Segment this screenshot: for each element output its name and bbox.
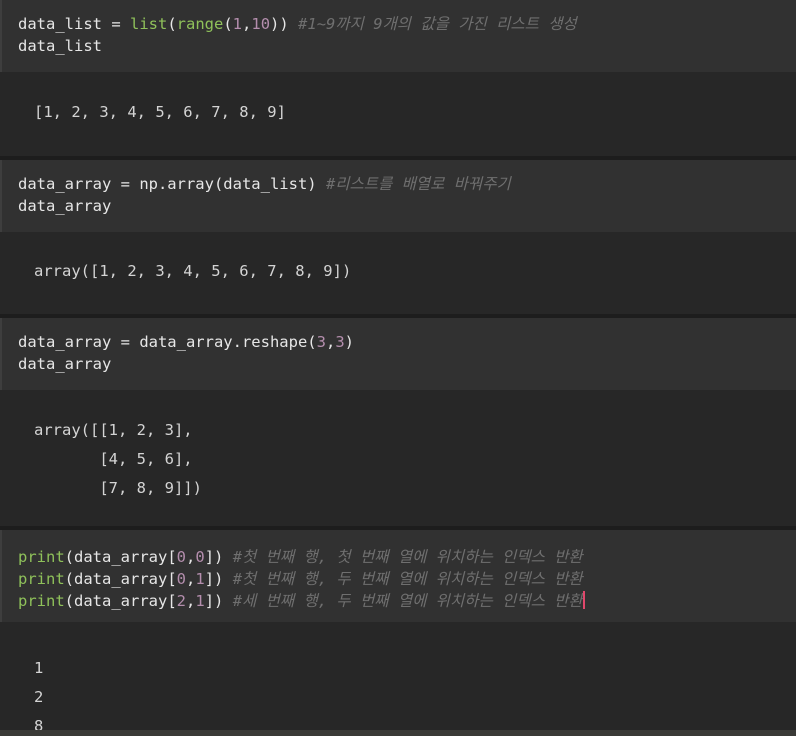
code-line: print(data_array[0,1]) #첫 번째 행, 두 번째 열에 … xyxy=(18,568,583,590)
code-cell-1-input[interactable]: data_list = list(range(1,10)) #1~9까지 9개의… xyxy=(0,0,796,72)
code-cell-2-input[interactable]: data_array = np.array(data_list) #리스트를 배… xyxy=(0,160,796,232)
text-cursor xyxy=(582,591,585,609)
code-token: ]) xyxy=(204,570,233,588)
output-text: array([1, 2, 3, 4, 5, 6, 7, 8, 9]) xyxy=(34,262,352,280)
code-number: 10 xyxy=(251,15,271,33)
code-token: , xyxy=(242,15,252,33)
code-line: print(data_array[0,0]) #첫 번째 행, 첫 번째 열에 … xyxy=(18,546,583,568)
code-cell-3-output: array([[1, 2, 3], [4, 5, 6], [7, 8, 9]]) xyxy=(0,390,796,526)
code-token: ]) xyxy=(204,592,233,610)
code-number: 0 xyxy=(176,548,186,566)
code-line: data_array xyxy=(18,197,112,215)
code-token: , xyxy=(325,333,336,351)
code-line: data_array = data_array.reshape(3,3) xyxy=(18,331,354,353)
code-number: 1 xyxy=(195,592,205,610)
code-comment: #1~9까지 9개의 값을 가진 리스트 생성 xyxy=(298,15,577,33)
output-text: 2 xyxy=(34,688,44,706)
code-cell-4-input[interactable]: print(data_array[0,0]) #첫 번째 행, 첫 번째 열에 … xyxy=(0,530,796,622)
code-token: ( xyxy=(167,15,177,33)
code-number: 0 xyxy=(195,548,205,566)
code-function: print xyxy=(18,548,65,566)
code-token: , xyxy=(186,592,196,610)
code-line: print(data_array[2,1]) #세 번째 행, 두 번째 열에 … xyxy=(18,590,585,612)
code-function: list xyxy=(129,15,168,33)
output-text: [4, 5, 6], xyxy=(34,450,193,468)
code-cell-1-output: [1, 2, 3, 4, 5, 6, 7, 8, 9] xyxy=(0,72,796,156)
output-text: 1 xyxy=(34,659,44,677)
code-number: 3 xyxy=(316,333,326,351)
code-token: (data_array[ xyxy=(64,570,177,588)
code-token: data_list = xyxy=(18,15,130,33)
code-comment: #첫 번째 행, 첫 번째 열에 위치하는 인덱스 반환 xyxy=(232,548,583,566)
code-number: 3 xyxy=(335,333,345,351)
code-line: data_array xyxy=(18,355,112,373)
code-token: (data_array[ xyxy=(64,592,177,610)
code-number: 1 xyxy=(232,15,243,33)
horizontal-scrollbar[interactable] xyxy=(0,730,796,736)
output-text: [7, 8, 9]]) xyxy=(34,479,202,497)
code-function: print xyxy=(18,592,65,610)
code-comment: #리스트를 배열로 바꿔주기 xyxy=(325,175,511,193)
code-number: 0 xyxy=(176,570,186,588)
code-cell-2-output: array([1, 2, 3, 4, 5, 6, 7, 8, 9]) xyxy=(0,232,796,314)
code-token: , xyxy=(186,548,196,566)
code-number: 2 xyxy=(176,592,186,610)
code-token: )) xyxy=(270,15,299,33)
code-function: range xyxy=(176,15,224,33)
code-line: data_list = list(range(1,10)) #1~9까지 9개의… xyxy=(18,13,577,35)
code-token: ( xyxy=(223,15,233,33)
code-number: 1 xyxy=(195,570,205,588)
code-token: ]) xyxy=(204,548,233,566)
code-token: data_array = data_array.reshape( xyxy=(18,333,317,351)
code-cell-3-input[interactable]: data_array = data_array.reshape(3,3) dat… xyxy=(0,318,796,390)
code-comment: #첫 번째 행, 두 번째 열에 위치하는 인덱스 반환 xyxy=(232,570,583,588)
code-line: data_array = np.array(data_list) #리스트를 배… xyxy=(18,173,511,195)
code-token: data_array = np.array(data_list) xyxy=(18,175,326,193)
code-comment: #세 번째 행, 두 번째 열에 위치하는 인덱스 반환 xyxy=(232,592,583,610)
output-text: [1, 2, 3, 4, 5, 6, 7, 8, 9] xyxy=(34,103,286,121)
code-token: , xyxy=(186,570,196,588)
code-token: ) xyxy=(344,333,354,351)
output-text: array([[1, 2, 3], xyxy=(34,421,193,439)
code-line: data_list xyxy=(18,37,102,55)
code-function: print xyxy=(18,570,65,588)
code-token: (data_array[ xyxy=(64,548,177,566)
code-cell-4-output: 1 2 8 xyxy=(0,622,796,735)
